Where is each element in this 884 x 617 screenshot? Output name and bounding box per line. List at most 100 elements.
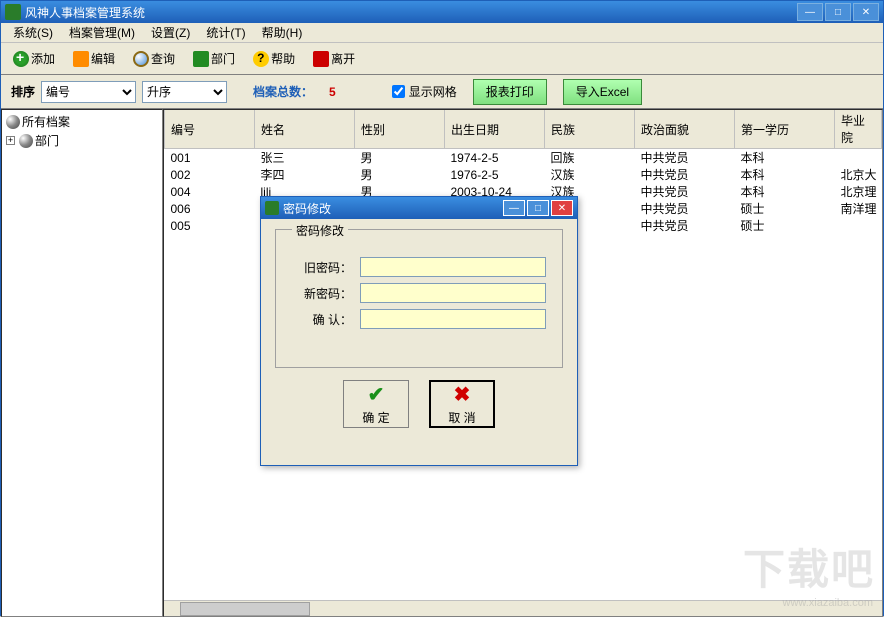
exit-button[interactable]: 离开 [309,48,359,69]
folder-icon [6,115,20,129]
dialog-close-button[interactable]: ✕ [551,200,573,216]
menu-records[interactable]: 档案管理(M) [61,22,143,43]
table-cell: 男 [355,166,445,183]
table-cell: 男 [355,149,445,167]
table-cell: 002 [165,166,255,183]
table-cell: 中共党员 [635,200,735,217]
cancel-button[interactable]: ✖ 取 消 [429,380,495,428]
toolbar: 添加 编辑 查询 部门 帮助 离开 [1,43,883,75]
minimize-button[interactable]: — [797,3,823,21]
main-window: 风神人事档案管理系统 — □ ✕ 系统(S) 档案管理(M) 设置(Z) 统计(… [0,0,884,616]
edit-button[interactable]: 编辑 [69,48,119,69]
col-dob[interactable]: 出生日期 [445,110,545,149]
dialog-maximize-button[interactable]: □ [527,200,549,216]
sort-order-select[interactable]: 升序 [142,81,227,103]
table-cell: 本科 [735,166,835,183]
window-title: 风神人事档案管理系统 [25,4,797,21]
table-cell: 1976-2-5 [445,166,545,183]
confirm-password-label: 确 认： [292,311,352,328]
scrollbar-thumb[interactable] [180,602,310,616]
print-button[interactable]: 报表打印 [473,79,547,105]
sort-field-select[interactable]: 编号 [41,81,136,103]
sortbar: 排序 编号 升序 档案总数： 5 显示网格 报表打印 导入Excel [1,75,883,109]
table-cell: 李四 [255,166,355,183]
table-cell: 001 [165,149,255,167]
table-cell: 005 [165,217,255,234]
menu-system[interactable]: 系统(S) [5,22,61,43]
new-password-row: 新密码： [292,283,546,303]
exit-icon [313,51,329,67]
table-cell: 硕士 [735,217,835,234]
col-sex[interactable]: 性别 [355,110,445,149]
table-cell: 1974-2-5 [445,149,545,167]
table-cell: 本科 [735,149,835,167]
confirm-password-input[interactable] [360,309,546,329]
titlebar: 风神人事档案管理系统 — □ ✕ [1,1,883,23]
tree-root[interactable]: 所有档案 [4,112,160,131]
record-count-label: 档案总数： [253,83,313,100]
table-row[interactable]: 001张三男1974-2-5回族中共党员本科 [165,149,882,167]
table-cell: 本科 [735,183,835,200]
close-button[interactable]: ✕ [853,3,879,21]
col-edu[interactable]: 第一学历 [735,110,835,149]
password-dialog: 密码修改 — □ ✕ 密码修改 旧密码： 新密码： 确 认： [260,196,578,466]
maximize-button[interactable]: □ [825,3,851,21]
table-cell [835,217,882,234]
edit-icon [73,51,89,67]
table-cell: 回族 [545,149,635,167]
col-pol[interactable]: 政治面貌 [635,110,735,149]
export-button[interactable]: 导入Excel [563,79,642,105]
table-cell [835,149,882,167]
new-password-input[interactable] [360,283,546,303]
fieldset-legend: 密码修改 [292,222,348,239]
show-grid-checkbox[interactable]: 显示网格 [392,83,457,100]
show-grid-input[interactable] [392,85,405,98]
menu-help[interactable]: 帮助(H) [254,22,311,43]
old-password-input[interactable] [360,257,546,277]
table-cell: 北京理 [835,183,882,200]
table-cell: 硕士 [735,200,835,217]
check-icon: ✔ [368,382,385,407]
treeview[interactable]: 所有档案 + 部门 [1,109,163,617]
record-count-value: 5 [329,85,336,99]
search-button[interactable]: 查询 [129,48,179,69]
help-icon [253,51,269,67]
dialog-title: 密码修改 [283,200,501,217]
dialog-icon [265,201,279,215]
dialog-titlebar: 密码修改 — □ ✕ [261,197,577,219]
table-cell: 中共党员 [635,166,735,183]
app-icon [5,4,21,20]
col-school[interactable]: 毕业院 [835,110,882,149]
dept-button[interactable]: 部门 [189,48,239,69]
dialog-minimize-button[interactable]: — [503,200,525,216]
password-fieldset: 密码修改 旧密码： 新密码： 确 认： [275,229,563,368]
expander-icon[interactable]: + [6,136,15,145]
table-row[interactable]: 002李四男1976-2-5汉族中共党员本科北京大 [165,166,882,183]
horizontal-scrollbar[interactable] [164,600,882,616]
tree-dept[interactable]: + 部门 [4,131,160,150]
old-password-row: 旧密码： [292,257,546,277]
col-nation[interactable]: 民族 [545,110,635,149]
table-cell: 中共党员 [635,149,735,167]
menu-settings[interactable]: 设置(Z) [143,22,198,43]
window-buttons: — □ ✕ [797,3,879,21]
dept-icon [193,51,209,67]
ok-button[interactable]: ✔ 确 定 [343,380,409,428]
table-cell: 中共党员 [635,183,735,200]
x-icon: ✖ [454,382,471,407]
confirm-password-row: 确 认： [292,309,546,329]
table-cell: 北京大 [835,166,882,183]
help-button[interactable]: 帮助 [249,48,299,69]
dialog-actions: ✔ 确 定 ✖ 取 消 [275,380,563,428]
table-cell: 张三 [255,149,355,167]
col-name[interactable]: 姓名 [255,110,355,149]
table-cell: 004 [165,183,255,200]
menubar: 系统(S) 档案管理(M) 设置(Z) 统计(T) 帮助(H) [1,23,883,43]
new-password-label: 新密码： [292,285,352,302]
dialog-body: 密码修改 旧密码： 新密码： 确 认： ✔ 确 定 [261,219,577,438]
table-cell: 汉族 [545,166,635,183]
menu-stats[interactable]: 统计(T) [198,22,253,43]
col-id[interactable]: 编号 [165,110,255,149]
add-button[interactable]: 添加 [9,48,59,69]
sort-label: 排序 [11,83,35,100]
